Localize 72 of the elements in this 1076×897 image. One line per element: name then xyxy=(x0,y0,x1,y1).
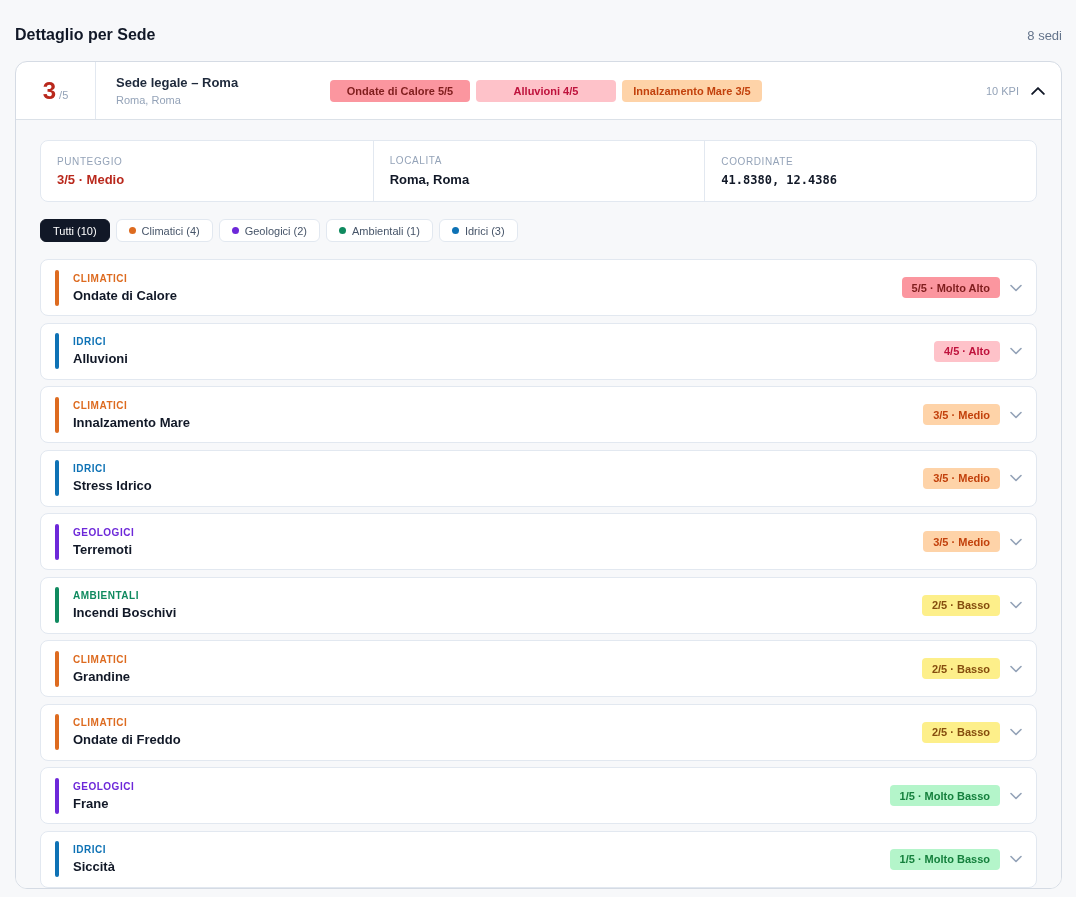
filter-chip[interactable]: Tutti (10) xyxy=(40,219,110,242)
severity-badge: 1/5 · Molto Basso xyxy=(889,848,1000,870)
risk-row[interactable]: CLIMATICI Innalzamento Mare 3/5 · Medio xyxy=(40,386,1037,443)
info-label: PUNTEGGIO xyxy=(57,156,123,167)
risk-row[interactable]: IDRICI Alluvioni 4/5 · Alto xyxy=(40,322,1037,380)
risk-category: GEOLOGICI xyxy=(73,526,135,538)
severity-badge: 3/5 · Medio xyxy=(923,531,1000,552)
info-value: 41.8380, 12.4386 xyxy=(721,172,837,187)
kpi-count: 10 KPI xyxy=(985,84,1019,97)
risk-category: GEOLOGICI xyxy=(73,780,135,792)
risk-category: CLIMATICI xyxy=(73,717,128,728)
filter-chip[interactable]: Geologici (2) xyxy=(218,219,321,242)
site-name: Sede legale – Roma xyxy=(116,75,239,90)
expand-chevron-icon[interactable] xyxy=(1010,347,1022,355)
risk-row[interactable]: GEOLOGICI Terremoti 3/5 · Medio xyxy=(40,513,1037,570)
collapse-chevron-icon[interactable] xyxy=(1031,85,1045,96)
info-label: COORDINATE xyxy=(721,155,794,167)
risk-row[interactable]: CLIMATICI Ondate di Calore 5/5 · Molto Alto xyxy=(40,259,1037,316)
risk-row[interactable]: AMBIENTALI Incendi Boschivi 2/5 · Basso xyxy=(40,576,1037,634)
risk-name: Incendi Boschivi xyxy=(73,605,177,620)
expand-chevron-icon[interactable] xyxy=(1010,537,1022,546)
info-value: Roma, Roma xyxy=(389,172,470,187)
expand-chevron-icon[interactable] xyxy=(1010,791,1022,800)
risk-category: CLIMATICI xyxy=(73,399,128,411)
risk-name: Siccità xyxy=(73,859,115,874)
risk-name: Alluvioni xyxy=(73,351,128,366)
risk-row[interactable]: CLIMATICI Ondate di Freddo 2/5 · Basso xyxy=(40,703,1037,761)
severity-badge: 3/5 · Medio xyxy=(923,467,1000,489)
expand-chevron-icon[interactable] xyxy=(1010,855,1022,863)
info-value: 3/5 · Medio xyxy=(57,173,125,186)
risk-category: CLIMATICI xyxy=(73,653,128,665)
severity-badge: 2/5 · Basso xyxy=(921,594,1000,616)
severity-badge: 2/5 · Basso xyxy=(921,658,1000,679)
section-title: Dettaglio per Sede xyxy=(15,26,156,44)
risk-category: AMBIENTALI xyxy=(73,590,139,601)
severity-badge: 1/5 · Molto Basso xyxy=(889,785,1000,806)
filter-chip[interactable]: Climatici (4) xyxy=(115,219,213,242)
risk-name: Grandine xyxy=(73,668,131,684)
expand-chevron-icon[interactable] xyxy=(1010,410,1022,419)
severity-badge: 4/5 · Alto xyxy=(933,340,1000,362)
info-label: LOCALITA xyxy=(389,155,443,166)
site-count: 8 sedi xyxy=(1027,27,1062,43)
risk-row[interactable]: GEOLOGICI Frane 1/5 · Molto Basso xyxy=(40,767,1037,824)
expand-chevron-icon[interactable] xyxy=(1010,601,1022,609)
risk-tag: Alluvioni 4/5 xyxy=(476,79,616,102)
risk-name: Stress Idrico xyxy=(73,478,152,493)
risk-row[interactable]: CLIMATICI Grandine 2/5 · Basso xyxy=(40,640,1037,697)
site-score: 3 xyxy=(42,78,57,103)
risk-name: Frane xyxy=(73,795,109,811)
risk-name: Terremoti xyxy=(73,541,132,557)
risk-category: IDRICI xyxy=(73,336,106,347)
score-max: /5 xyxy=(59,88,69,101)
site-location: Roma, Roma xyxy=(116,94,181,106)
filter-chip[interactable]: Ambientali (1) xyxy=(326,219,433,242)
severity-badge: 3/5 · Medio xyxy=(923,404,1000,425)
risk-name: Ondate di Calore xyxy=(73,287,178,303)
severity-badge: 5/5 · Molto Alto xyxy=(901,277,1000,298)
severity-badge: 2/5 · Basso xyxy=(921,721,1000,743)
risk-name: Ondate di Freddo xyxy=(73,732,181,747)
risk-category: IDRICI xyxy=(73,463,106,474)
risk-category: CLIMATICI xyxy=(73,272,128,284)
risk-tag: Ondate di Calore 5/5 xyxy=(330,79,470,102)
expand-chevron-icon[interactable] xyxy=(1010,664,1022,673)
expand-chevron-icon[interactable] xyxy=(1010,728,1022,736)
risk-name: Innalzamento Mare xyxy=(73,414,191,430)
expand-chevron-icon[interactable] xyxy=(1010,474,1022,482)
risk-tag: Innalzamento Mare 3/5 xyxy=(622,79,762,102)
filter-chip[interactable]: Idrici (3) xyxy=(438,219,518,242)
risk-row[interactable]: IDRICI Siccità 1/5 · Molto Basso xyxy=(40,830,1037,888)
risk-category: IDRICI xyxy=(73,844,106,855)
risk-row[interactable]: IDRICI Stress Idrico 3/5 · Medio xyxy=(40,449,1037,507)
expand-chevron-icon[interactable] xyxy=(1010,283,1022,292)
